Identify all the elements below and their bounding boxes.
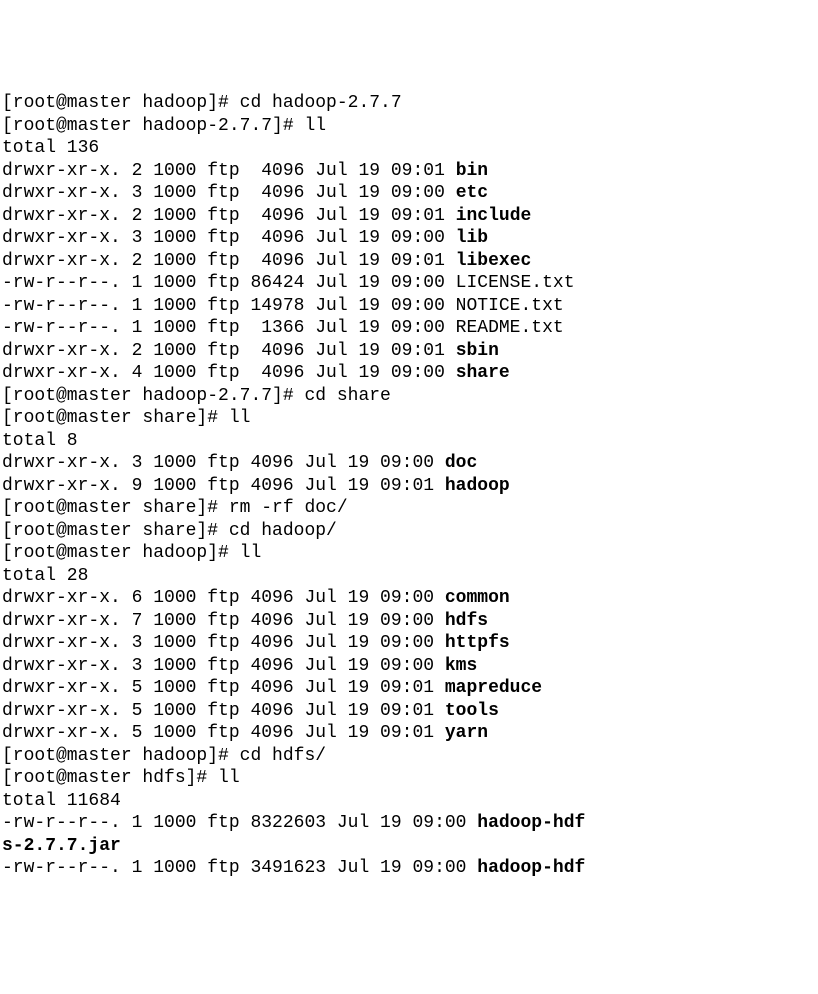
terminal-text: -rw-r--r--. 1 1000 ftp 14978 Jul 19 09:0… bbox=[2, 296, 564, 316]
terminal-line: drwxr-xr-x. 2 1000 ftp 4096 Jul 19 09:01… bbox=[2, 205, 816, 228]
filename-bold: mapreduce bbox=[445, 678, 542, 698]
terminal-line: drwxr-xr-x. 5 1000 ftp 4096 Jul 19 09:01… bbox=[2, 700, 816, 723]
terminal-text: total 8 bbox=[2, 431, 78, 451]
terminal-line: -rw-r--r--. 1 1000 ftp 8322603 Jul 19 09… bbox=[2, 812, 816, 835]
terminal-line: [root@master hadoop-2.7.7]# cd share bbox=[2, 385, 816, 408]
terminal-line: [root@master hdfs]# ll bbox=[2, 767, 816, 790]
terminal-line: drwxr-xr-x. 2 1000 ftp 4096 Jul 19 09:01… bbox=[2, 160, 816, 183]
terminal-line: drwxr-xr-x. 3 1000 ftp 4096 Jul 19 09:00… bbox=[2, 655, 816, 678]
filename-bold: doc bbox=[445, 453, 477, 473]
terminal-line: drwxr-xr-x. 5 1000 ftp 4096 Jul 19 09:01… bbox=[2, 677, 816, 700]
terminal-text: drwxr-xr-x. 7 1000 ftp 4096 Jul 19 09:00 bbox=[2, 611, 445, 631]
terminal-text: -rw-r--r--. 1 1000 ftp 1366 Jul 19 09:00… bbox=[2, 318, 564, 338]
terminal-line: [root@master share]# cd hadoop/ bbox=[2, 520, 816, 543]
terminal-line: drwxr-xr-x. 5 1000 ftp 4096 Jul 19 09:01… bbox=[2, 722, 816, 745]
terminal-text: [root@master share]# ll bbox=[2, 408, 250, 428]
terminal-line: -rw-r--r--. 1 1000 ftp 14978 Jul 19 09:0… bbox=[2, 295, 816, 318]
terminal-line: drwxr-xr-x. 2 1000 ftp 4096 Jul 19 09:01… bbox=[2, 250, 816, 273]
terminal-line: -rw-r--r--. 1 1000 ftp 3491623 Jul 19 09… bbox=[2, 857, 816, 880]
filename-bold: bin bbox=[456, 161, 488, 181]
filename-bold: s-2.7.7.jar bbox=[2, 836, 121, 856]
filename-bold: hdfs bbox=[445, 611, 488, 631]
filename-bold: sbin bbox=[456, 341, 499, 361]
terminal-text: [root@master hadoop]# cd hadoop-2.7.7 bbox=[2, 93, 402, 113]
filename-bold: httpfs bbox=[445, 633, 510, 653]
terminal-text: drwxr-xr-x. 2 1000 ftp 4096 Jul 19 09:01 bbox=[2, 341, 456, 361]
filename-bold: libexec bbox=[456, 251, 532, 271]
terminal-text: drwxr-xr-x. 3 1000 ftp 4096 Jul 19 09:00 bbox=[2, 183, 456, 203]
terminal-text: drwxr-xr-x. 6 1000 ftp 4096 Jul 19 09:00 bbox=[2, 588, 445, 608]
terminal-text: [root@master hadoop]# cd hdfs/ bbox=[2, 746, 326, 766]
terminal-text: drwxr-xr-x. 3 1000 ftp 4096 Jul 19 09:00 bbox=[2, 453, 445, 473]
terminal-line: drwxr-xr-x. 2 1000 ftp 4096 Jul 19 09:01… bbox=[2, 340, 816, 363]
filename-bold: common bbox=[445, 588, 510, 608]
terminal-line: -rw-r--r--. 1 1000 ftp 1366 Jul 19 09:00… bbox=[2, 317, 816, 340]
terminal-line: [root@master share]# rm -rf doc/ bbox=[2, 497, 816, 520]
terminal-line: -rw-r--r--. 1 1000 ftp 86424 Jul 19 09:0… bbox=[2, 272, 816, 295]
terminal-output: [root@master hadoop]# cd hadoop-2.7.7 [ro… bbox=[2, 92, 816, 880]
terminal-line: drwxr-xr-x. 6 1000 ftp 4096 Jul 19 09:00… bbox=[2, 587, 816, 610]
terminal-line: total 8 bbox=[2, 430, 816, 453]
terminal-line: s-2.7.7.jar bbox=[2, 835, 816, 858]
terminal-line: [root@master share]# ll bbox=[2, 407, 816, 430]
terminal-line: drwxr-xr-x. 3 1000 ftp 4096 Jul 19 09:00… bbox=[2, 227, 816, 250]
terminal-line: drwxr-xr-x. 3 1000 ftp 4096 Jul 19 09:00… bbox=[2, 632, 816, 655]
terminal-text: drwxr-xr-x. 2 1000 ftp 4096 Jul 19 09:01 bbox=[2, 161, 456, 181]
filename-bold: yarn bbox=[445, 723, 488, 743]
terminal-text: [root@master hadoop-2.7.7]# ll bbox=[2, 116, 326, 136]
filename-bold: hadoop-hdf bbox=[477, 813, 585, 833]
terminal-line: [root@master hadoop]# cd hadoop-2.7.7 bbox=[2, 92, 816, 115]
terminal-line: total 11684 bbox=[2, 790, 816, 813]
terminal-text: drwxr-xr-x. 3 1000 ftp 4096 Jul 19 09:00 bbox=[2, 228, 456, 248]
terminal-line: drwxr-xr-x. 3 1000 ftp 4096 Jul 19 09:00… bbox=[2, 452, 816, 475]
terminal-text: [root@master share]# rm -rf doc/ bbox=[2, 498, 348, 518]
terminal-text: [root@master hdfs]# ll bbox=[2, 768, 240, 788]
terminal-line: drwxr-xr-x. 7 1000 ftp 4096 Jul 19 09:00… bbox=[2, 610, 816, 633]
terminal-text: drwxr-xr-x. 5 1000 ftp 4096 Jul 19 09:01 bbox=[2, 701, 445, 721]
filename-bold: include bbox=[456, 206, 532, 226]
terminal-text: [root@master share]# cd hadoop/ bbox=[2, 521, 337, 541]
terminal-line: [root@master hadoop]# ll bbox=[2, 542, 816, 565]
terminal-text: total 136 bbox=[2, 138, 99, 158]
terminal-text: [root@master hadoop-2.7.7]# cd share bbox=[2, 386, 391, 406]
filename-bold: etc bbox=[456, 183, 488, 203]
terminal-text: drwxr-xr-x. 2 1000 ftp 4096 Jul 19 09:01 bbox=[2, 206, 456, 226]
terminal-text: -rw-r--r--. 1 1000 ftp 3491623 Jul 19 09… bbox=[2, 858, 477, 878]
terminal-line: drwxr-xr-x. 3 1000 ftp 4096 Jul 19 09:00… bbox=[2, 182, 816, 205]
terminal-text: drwxr-xr-x. 5 1000 ftp 4096 Jul 19 09:01 bbox=[2, 723, 445, 743]
filename-bold: hadoop bbox=[445, 476, 510, 496]
filename-bold: share bbox=[456, 363, 510, 383]
terminal-text: [root@master hadoop]# ll bbox=[2, 543, 261, 563]
terminal-text: -rw-r--r--. 1 1000 ftp 8322603 Jul 19 09… bbox=[2, 813, 477, 833]
terminal-text: total 11684 bbox=[2, 791, 121, 811]
terminal-line: [root@master hadoop-2.7.7]# ll bbox=[2, 115, 816, 138]
terminal-text: drwxr-xr-x. 9 1000 ftp 4096 Jul 19 09:01 bbox=[2, 476, 445, 496]
terminal-line: total 28 bbox=[2, 565, 816, 588]
terminal-text: drwxr-xr-x. 3 1000 ftp 4096 Jul 19 09:00 bbox=[2, 656, 445, 676]
filename-bold: kms bbox=[445, 656, 477, 676]
terminal-text: drwxr-xr-x. 5 1000 ftp 4096 Jul 19 09:01 bbox=[2, 678, 445, 698]
terminal-line: drwxr-xr-x. 4 1000 ftp 4096 Jul 19 09:00… bbox=[2, 362, 816, 385]
terminal-line: [root@master hadoop]# cd hdfs/ bbox=[2, 745, 816, 768]
terminal-text: drwxr-xr-x. 2 1000 ftp 4096 Jul 19 09:01 bbox=[2, 251, 456, 271]
terminal-text: total 28 bbox=[2, 566, 88, 586]
filename-bold: tools bbox=[445, 701, 499, 721]
filename-bold: hadoop-hdf bbox=[477, 858, 585, 878]
terminal-line: total 136 bbox=[2, 137, 816, 160]
terminal-text: -rw-r--r--. 1 1000 ftp 86424 Jul 19 09:0… bbox=[2, 273, 575, 293]
filename-bold: lib bbox=[456, 228, 488, 248]
terminal-text: drwxr-xr-x. 3 1000 ftp 4096 Jul 19 09:00 bbox=[2, 633, 445, 653]
terminal-line: drwxr-xr-x. 9 1000 ftp 4096 Jul 19 09:01… bbox=[2, 475, 816, 498]
terminal-text: drwxr-xr-x. 4 1000 ftp 4096 Jul 19 09:00 bbox=[2, 363, 456, 383]
